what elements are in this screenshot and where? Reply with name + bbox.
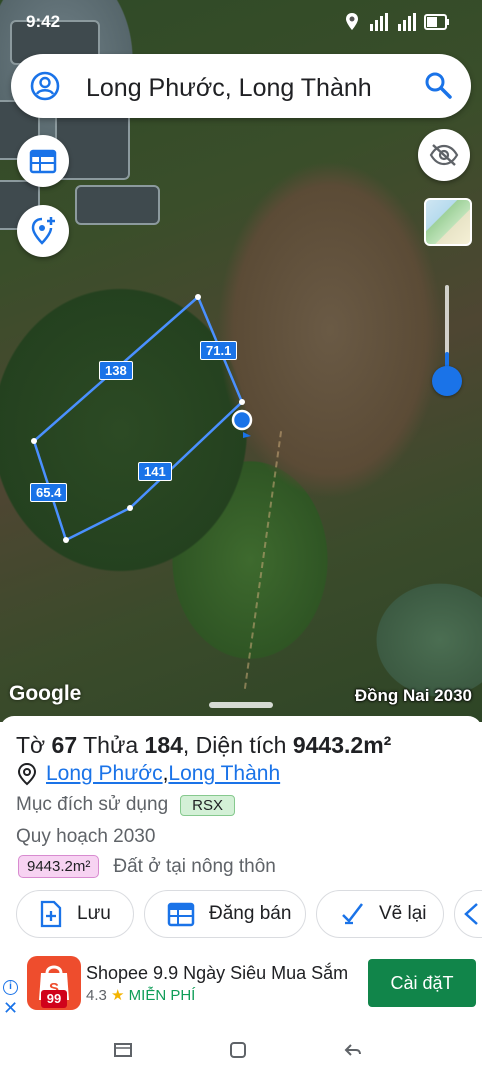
signal-icon: [370, 13, 388, 31]
status-time: 9:42: [26, 12, 61, 31]
search-icon[interactable]: [423, 70, 453, 100]
parcel-info-sheet: Tờ 67 Thửa 184, Diện tích 9443.2m² Long …: [0, 716, 482, 960]
google-logo: Google: [9, 682, 82, 705]
ad-price: MIỄN PHÍ: [128, 987, 196, 1004]
search-input[interactable]: Long Phước, Long Thành: [86, 74, 372, 103]
status-bar: 9:42: [0, 0, 482, 44]
parcel-title: Tờ 67 Thửa 184, Diện tích 9443.2m²: [16, 732, 391, 759]
ad-close-icon[interactable]: ✕: [3, 998, 18, 1019]
ad-info-icon[interactable]: i: [3, 980, 18, 995]
eye-off-icon: [429, 144, 459, 166]
sheet-drag-handle[interactable]: [209, 702, 273, 708]
area-value: 9443.2m²: [292, 732, 392, 758]
ad-rating: 4.3 ★ MIỄN PHÍ: [86, 986, 195, 1004]
sheet-number: 67: [51, 732, 78, 758]
location-status-icon: [346, 13, 358, 30]
post-sale-button[interactable]: Đăng bán: [144, 890, 306, 938]
plan-area-badge: 9443.2m²: [18, 855, 100, 878]
back-icon[interactable]: [343, 1042, 363, 1058]
parcel-vertex: [239, 399, 245, 405]
sheet-prefix: Tờ: [16, 732, 52, 758]
edge-length-label: 141: [138, 462, 172, 481]
edge-length-label: 138: [99, 361, 133, 380]
save-button[interactable]: Lưu: [16, 890, 134, 938]
map-layer-button[interactable]: [424, 198, 472, 246]
land-use-badge: RSX: [180, 794, 235, 816]
calendar-icon: [29, 149, 57, 174]
lot-number: 184: [144, 732, 183, 758]
pen-check-icon: [342, 903, 363, 925]
shopee-logo[interactable]: S 99: [27, 956, 81, 1010]
search-bar[interactable]: Long Phước, Long Thành: [11, 54, 471, 118]
visibility-toggle-button[interactable]: [418, 129, 470, 181]
redraw-button[interactable]: Vẽ lại: [316, 890, 444, 938]
system-nav-bar: [0, 1020, 482, 1080]
my-location-dot: [231, 409, 253, 431]
parcel-vertex: [127, 505, 133, 511]
signal-icon-2: [398, 13, 416, 31]
parcel-polygon: [32, 294, 244, 542]
app-root: 138 71.1 65.4 141 Google Đồng Nai 2030 9…: [0, 0, 482, 1080]
plan-area-row: 9443.2m² Đất ở tại nông thôn: [18, 855, 276, 878]
recent-apps-icon[interactable]: [113, 1042, 133, 1058]
ad-install-button[interactable]: Cài đặT: [368, 959, 476, 1007]
plan-use-text: Đất ở tại nông thôn: [113, 855, 276, 877]
location-row: Long Phước, Long Thành: [16, 762, 280, 786]
parcel-vertex: [63, 537, 69, 543]
save-label: Lưu: [77, 903, 111, 924]
land-use-label: Mục đích sử dụng: [16, 794, 169, 815]
listing-icon: [167, 902, 195, 927]
account-icon[interactable]: [29, 70, 61, 102]
home-icon[interactable]: [229, 1041, 247, 1059]
star-icon: ★: [111, 987, 125, 1004]
add-location-button[interactable]: [17, 205, 69, 257]
status-icons: [344, 12, 450, 32]
ad-title[interactable]: Shopee 9.9 Ngày Siêu Mua Sắm: [86, 963, 348, 984]
parcel-vertex: [31, 438, 37, 444]
battery-icon: [424, 14, 449, 30]
add-location-icon: [31, 217, 55, 245]
ward-link[interactable]: Long Phước: [46, 762, 163, 786]
parcel-vertex: [195, 294, 201, 300]
location-pin-icon: [17, 762, 37, 786]
ad-banner[interactable]: i ✕ S 99 Shopee 9.9 Ngày Siêu Mua Sắm 4.…: [0, 950, 482, 1020]
back-arrow-icon: [464, 903, 478, 925]
more-actions-button[interactable]: [454, 890, 482, 938]
heading-arrow: [243, 432, 251, 438]
zoom-slider-handle[interactable]: [432, 366, 462, 396]
ad-rating-value: 4.3: [86, 987, 107, 1004]
post-sale-label: Đăng bán: [209, 903, 292, 924]
save-doc-icon: [40, 900, 62, 928]
edge-length-label: 65.4: [30, 483, 68, 502]
area-prefix: , Diện tích: [182, 732, 293, 758]
land-use-row: Mục đích sử dụng RSX: [16, 794, 235, 816]
shopee-99-badge: 99: [41, 990, 67, 1008]
plan-label: Quy hoạch 2030: [16, 826, 156, 847]
lot-prefix: Thửa: [77, 732, 145, 758]
redraw-label: Vẽ lại: [379, 903, 427, 924]
edge-length-label: 71.1: [200, 341, 238, 360]
district-link[interactable]: Long Thành: [168, 762, 280, 786]
plan-layer-label: Đồng Nai 2030: [354, 686, 472, 705]
calendar-button[interactable]: [17, 135, 69, 187]
